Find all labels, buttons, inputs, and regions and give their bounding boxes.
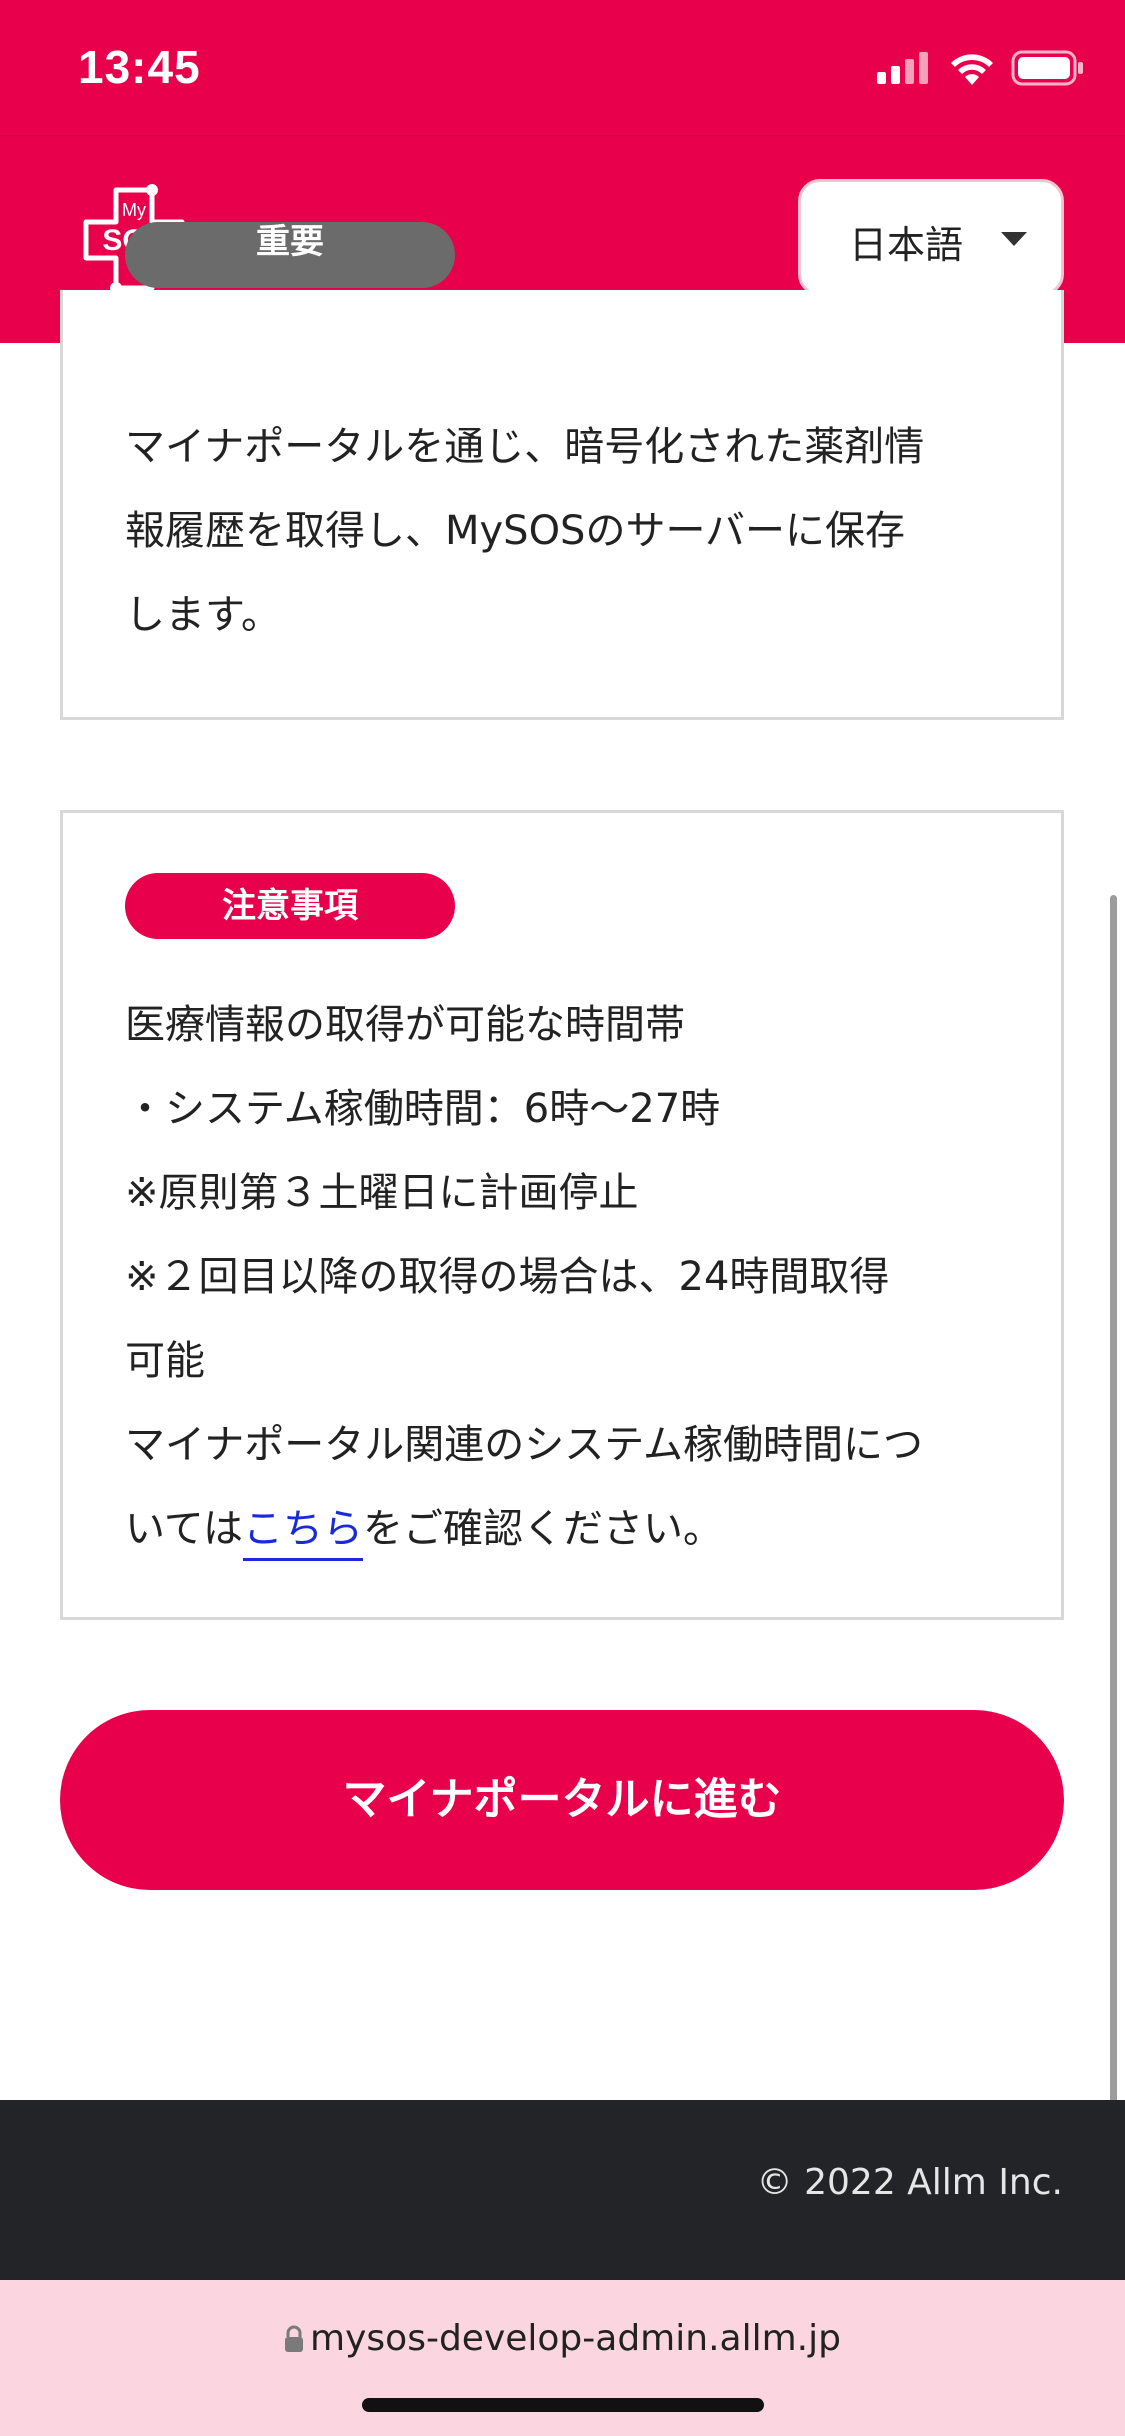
copyright-text: © 2022 Allm Inc.	[756, 2162, 1063, 2203]
important-card: 重要 マイナポータルを通じ、暗号化された薬剤情 報履歴を取得し、MySOSのサー…	[60, 222, 1064, 720]
battery-icon	[1011, 50, 1083, 86]
notes-line: ※原則第３土曜日に計画停止	[125, 1170, 639, 1216]
footer: © 2022 Allm Inc.	[0, 2100, 1125, 2280]
chevron-down-icon	[1001, 232, 1027, 246]
status-icons	[877, 50, 1085, 86]
browser-url-bar[interactable]: mysos-develop-admin.allm.jp	[0, 2280, 1125, 2436]
url-text: mysos-develop-admin.allm.jp	[310, 2318, 841, 2359]
wifi-icon	[951, 54, 993, 85]
url-display[interactable]: mysos-develop-admin.allm.jp	[0, 2318, 1125, 2359]
home-indicator[interactable]	[362, 2398, 764, 2412]
cellular-signal-icon	[877, 52, 928, 84]
notes-line: マイナポータル関連のシステム稼働時間につ	[125, 1422, 923, 1468]
notes-text: 医療情報の取得が可能な時間帯 ・システム稼働時間：6時〜27時 ※原則第３土曜日…	[125, 983, 999, 1571]
important-line: します。	[125, 592, 281, 638]
svg-text:My: My	[122, 200, 146, 220]
status-bar: 13:45	[0, 0, 1125, 135]
scrollbar[interactable]	[1110, 895, 1117, 2185]
language-select-value: 日本語	[849, 223, 964, 267]
language-select[interactable]: 日本語	[798, 179, 1064, 296]
notes-line: ・システム稼働時間：6時〜27時	[125, 1086, 721, 1132]
important-line: マイナポータルを通じ、暗号化された薬剤情	[125, 424, 925, 470]
notes-line: 可能	[125, 1338, 205, 1384]
important-badge: 重要	[125, 222, 455, 288]
notes-line-prefix: いては	[125, 1506, 243, 1552]
notes-line-with-link: いてはこちらをご確認ください。	[125, 1487, 999, 1571]
notes-badge: 注意事項	[125, 873, 455, 939]
lock-icon	[285, 2325, 304, 2352]
important-line: 報履歴を取得し、MySOSのサーバーに保存	[125, 508, 906, 554]
operating-hours-link[interactable]: こちら	[243, 1506, 363, 1561]
notes-line-suffix: をご確認ください。	[363, 1506, 723, 1552]
notes-card: 注意事項 医療情報の取得が可能な時間帯 ・システム稼働時間：6時〜27時 ※原則…	[60, 810, 1064, 1620]
status-time: 13:45	[78, 41, 201, 93]
important-text: マイナポータルを通じ、暗号化された薬剤情 報履歴を取得し、MySOSのサーバーに…	[125, 405, 999, 657]
notes-line: 医療情報の取得が可能な時間帯	[125, 1002, 685, 1048]
proceed-to-mynaportal-button[interactable]: マイナポータルに進む	[60, 1710, 1064, 1890]
notes-line: ※２回目以降の取得の場合は、24時間取得	[125, 1254, 890, 1300]
